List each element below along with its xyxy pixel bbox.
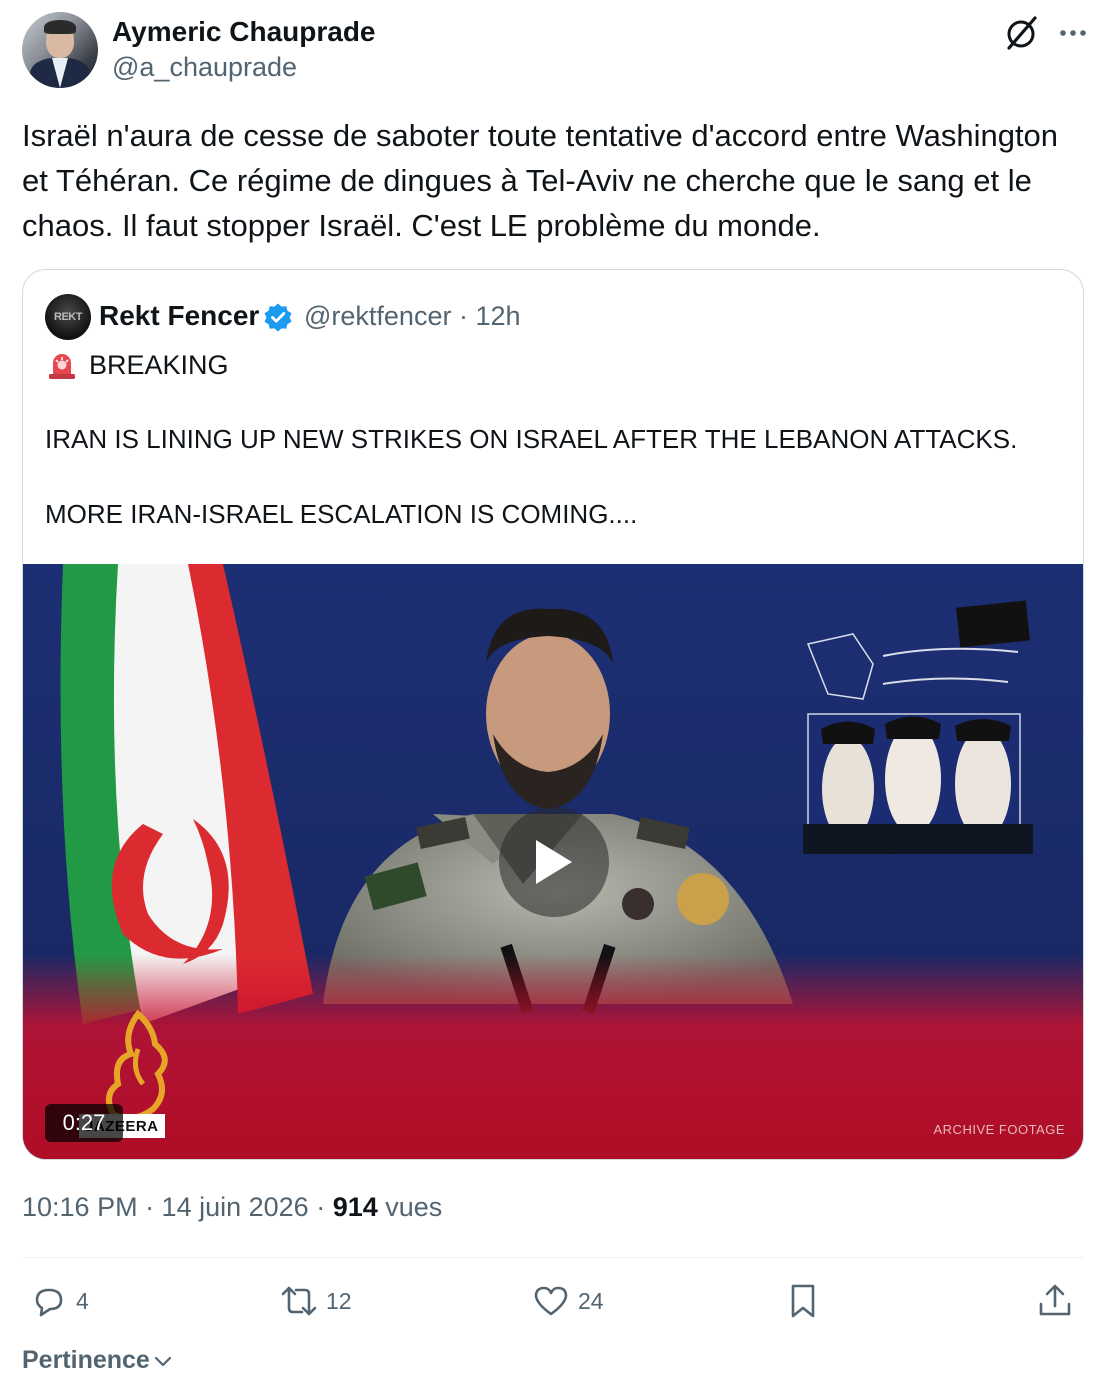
quoted-text-line-1: IRAN IS LINING UP NEW STRIKES ON ISRAEL …	[45, 424, 1018, 454]
quoted-author-name[interactable]: Rekt Fencer	[99, 300, 259, 332]
sort-label: Pertinence	[22, 1346, 150, 1374]
avatar-hair	[44, 20, 76, 34]
reply-count: 4	[76, 1287, 89, 1314]
share-icon	[1039, 1284, 1071, 1316]
author-avatar[interactable]	[22, 12, 98, 88]
tweet-meta: 10:16 PM · 14 juin 2026 · 914 vues	[22, 1192, 442, 1223]
author-name[interactable]: Aymeric Chauprade	[112, 16, 376, 48]
quoted-text-line-2: MORE IRAN-ISRAEL ESCALATION IS COMING...…	[45, 499, 638, 529]
reply-button[interactable]: 4	[30, 1282, 89, 1320]
retweet-count: 12	[326, 1287, 352, 1314]
more-options-icon[interactable]	[1056, 16, 1090, 50]
like-count: 24	[578, 1287, 604, 1314]
reply-icon	[35, 1288, 63, 1317]
tweet-header: Aymeric Chauprade @a_chauprade	[22, 12, 1090, 88]
siren-emoji-icon	[49, 354, 75, 379]
quoted-author-handle-time[interactable]: @rektfencer · 12h	[304, 301, 521, 332]
retweet-icon	[281, 1286, 317, 1316]
bookmark-button[interactable]	[784, 1282, 830, 1320]
action-bar: 4 12 24	[22, 1282, 1084, 1328]
chevron-down-icon	[154, 1356, 171, 1366]
retweet-button[interactable]: 12	[280, 1282, 352, 1320]
video-duration: 0:27	[45, 1104, 123, 1142]
quoted-author-avatar[interactable]: REKT	[45, 294, 91, 340]
tweet-timestamp[interactable]: 10:16 PM · 14 juin 2026 ·	[22, 1192, 333, 1222]
breaking-text: BREAKING	[89, 349, 229, 380]
heart-icon	[534, 1286, 568, 1316]
quoted-tweet[interactable]: REKT Rekt Fencer @rektfencer · 12h BREAK…	[22, 269, 1084, 1160]
bookmark-icon	[791, 1284, 815, 1318]
play-button[interactable]	[499, 807, 609, 917]
archive-footage-watermark: ARCHIVE FOOTAGE	[933, 1122, 1065, 1137]
divider	[22, 1257, 1084, 1258]
replies-sort-dropdown[interactable]: Pertinence	[22, 1346, 174, 1375]
share-button[interactable]	[1036, 1282, 1082, 1320]
grok-icon[interactable]	[1002, 14, 1040, 52]
breaking-label: BREAKING	[45, 348, 229, 382]
views-label: vues	[377, 1192, 443, 1222]
views-count: 914	[332, 1192, 378, 1222]
like-button[interactable]: 24	[532, 1282, 604, 1320]
video-player[interactable]: JAZEERA 0:27 ARCHIVE FOOTAGE	[23, 564, 1083, 1159]
verified-badge-icon	[264, 303, 292, 332]
tweet-text: Israël n'aura de cesse de saboter toute …	[22, 118, 1059, 243]
play-icon	[536, 840, 572, 884]
author-handle[interactable]: @a_chauprade	[112, 52, 297, 83]
